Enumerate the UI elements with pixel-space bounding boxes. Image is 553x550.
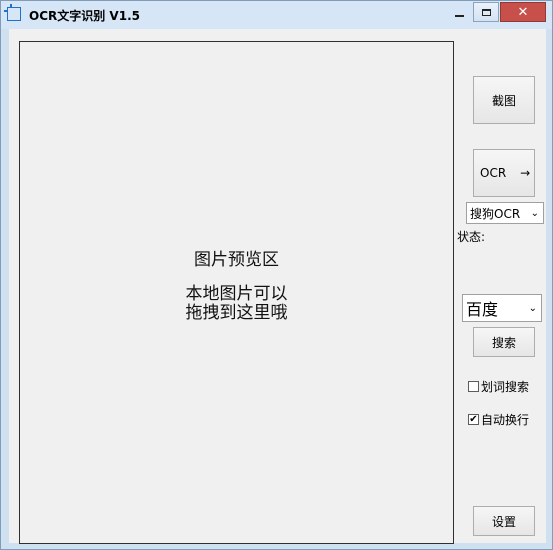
chevron-down-icon: ⌄ bbox=[528, 302, 537, 314]
ocr-button-label: OCR bbox=[480, 166, 507, 180]
search-engine-select[interactable]: 百度 ⌄ bbox=[462, 294, 542, 322]
close-button[interactable]: ✕ bbox=[500, 2, 546, 22]
capture-button-label: 截图 bbox=[491, 93, 516, 108]
client-area: 图片预览区 本地图片可以 拖拽到这里哦 截图 OCR → 搜狗OCR ⌄ 状态:… bbox=[9, 29, 546, 544]
search-engine-selected: 百度 bbox=[466, 300, 499, 319]
auto-wrap-checkbox[interactable]: ✔ bbox=[468, 414, 479, 425]
arrow-right-icon: → bbox=[520, 166, 531, 180]
preview-drop-hint: 本地图片可以 拖拽到这里哦 bbox=[20, 285, 453, 323]
maximize-button[interactable] bbox=[473, 2, 499, 22]
title-bar[interactable]: OCR文字识别 V1.5 ✕ bbox=[1, 1, 552, 29]
preview-title: 图片预览区 bbox=[194, 250, 279, 270]
search-button[interactable]: 搜索 bbox=[473, 327, 535, 357]
close-icon: ✕ bbox=[517, 4, 529, 20]
maximize-icon bbox=[481, 8, 491, 16]
ocr-engine-selected: 搜狗OCR bbox=[470, 206, 521, 221]
preview-hint-line-2: 拖拽到这里哦 bbox=[185, 303, 288, 323]
auto-wrap-option[interactable]: ✔ 自动换行 bbox=[468, 411, 529, 428]
word-search-option[interactable]: 划词搜索 bbox=[468, 378, 529, 395]
word-search-label: 划词搜索 bbox=[481, 380, 530, 394]
chevron-down-icon: ⌄ bbox=[530, 207, 539, 219]
ocr-engine-select[interactable]: 搜狗OCR ⌄ bbox=[466, 202, 544, 224]
word-search-checkbox[interactable] bbox=[468, 381, 479, 392]
app-window: OCR文字识别 V1.5 ✕ 图片预览区 本地图片可以 拖拽到这里哦 截图 OC… bbox=[0, 0, 553, 550]
minimize-button[interactable] bbox=[446, 2, 472, 22]
minimize-icon bbox=[454, 15, 464, 17]
auto-wrap-label: 自动换行 bbox=[481, 413, 530, 427]
status-label: 状态: bbox=[457, 230, 486, 244]
window-title: OCR文字识别 V1.5 bbox=[29, 9, 140, 23]
screenshot-app-icon bbox=[4, 4, 21, 21]
search-button-label: 搜索 bbox=[491, 335, 516, 350]
preview-hint-line-1: 本地图片可以 bbox=[185, 284, 288, 304]
watermark-logo bbox=[399, 519, 544, 541]
capture-button[interactable]: 截图 bbox=[473, 76, 535, 124]
image-preview-area[interactable]: 图片预览区 本地图片可以 拖拽到这里哦 bbox=[19, 41, 454, 544]
ocr-button[interactable]: OCR → bbox=[473, 149, 535, 197]
